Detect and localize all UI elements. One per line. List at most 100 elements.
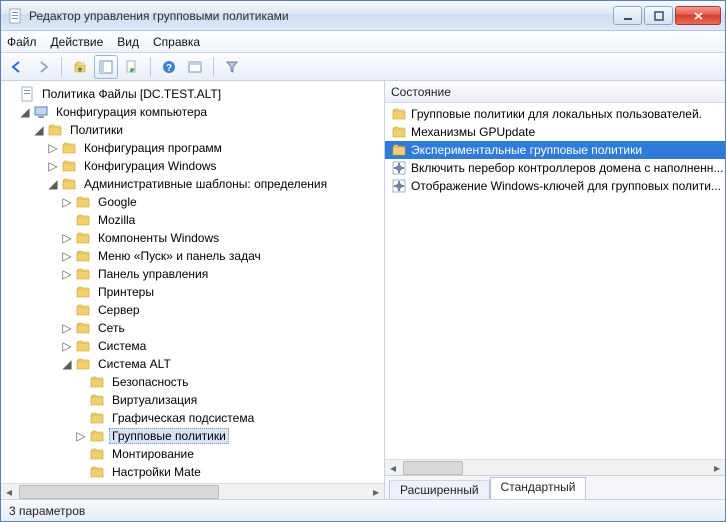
expand-icon[interactable]: ▷	[47, 142, 59, 154]
tree-label: Административные шаблоны: определения	[81, 176, 330, 192]
tree-pane: ▷ Политика Файлы [DC.TEST.ALT] ◢ Конфигу…	[1, 81, 385, 499]
list-horizontal-scrollbar[interactable]: ◂ ▸	[385, 459, 725, 475]
up-button[interactable]	[68, 55, 92, 79]
tree-control-panel[interactable]: ▷ Панель управления	[5, 265, 384, 283]
folder-icon	[75, 356, 91, 372]
setting-icon	[391, 178, 407, 194]
tree-label: Настройки Mate	[109, 464, 204, 480]
expand-icon[interactable]: ▷	[61, 340, 73, 352]
scroll-left-icon[interactable]: ◂	[385, 460, 401, 476]
back-button[interactable]	[5, 55, 29, 79]
tree-label: Графическая подсистема	[109, 410, 257, 426]
tree-label: Политики	[67, 122, 126, 138]
folder-icon	[391, 124, 407, 140]
tree-label: Компоненты Windows	[95, 230, 222, 246]
folder-icon	[75, 338, 91, 354]
list-item[interactable]: Экспериментальные групповые политики	[385, 141, 725, 159]
folder-icon	[75, 320, 91, 336]
tree-label: Google	[95, 194, 140, 210]
menu-view[interactable]: Вид	[117, 35, 139, 49]
minimize-button[interactable]	[613, 6, 642, 25]
collapse-icon[interactable]: ◢	[61, 358, 73, 370]
help-button[interactable]: ?	[157, 55, 181, 79]
tree-label: Монтирование	[109, 446, 197, 462]
scroll-right-icon[interactable]: ▸	[709, 460, 725, 476]
scroll-thumb[interactable]	[403, 461, 463, 475]
folder-icon	[75, 230, 91, 246]
tree-google[interactable]: ▷ Google	[5, 193, 384, 211]
policy-tree[interactable]: ▷ Политика Файлы [DC.TEST.ALT] ◢ Конфигу…	[1, 81, 384, 483]
bottom-tabs: Расширенный Стандартный	[385, 475, 725, 499]
tree-system-alt[interactable]: ◢ Система ALT	[5, 355, 384, 373]
tree-computer-config[interactable]: ◢ Конфигурация компьютера	[5, 103, 384, 121]
tree-policies[interactable]: ◢ Политики	[5, 121, 384, 139]
expand-icon[interactable]: ▷	[61, 322, 73, 334]
tree-server[interactable]: ▷ Сервер	[5, 301, 384, 319]
expand-icon[interactable]: ▷	[61, 196, 73, 208]
list-item-label: Механизмы GPUpdate	[411, 125, 535, 139]
collapse-icon[interactable]: ◢	[47, 178, 59, 190]
tree-network[interactable]: ▷ Сеть	[5, 319, 384, 337]
app-icon	[7, 8, 23, 24]
folder-icon	[61, 158, 77, 174]
tree-root[interactable]: ▷ Политика Файлы [DC.TEST.ALT]	[5, 85, 384, 103]
expand-icon[interactable]: ▷	[61, 232, 73, 244]
list-item-label: Экспериментальные групповые политики	[411, 143, 642, 157]
list-item[interactable]: Групповые политики для локальных пользов…	[385, 105, 725, 123]
list-column-header[interactable]: Состояние	[385, 81, 725, 103]
scroll-left-icon[interactable]: ◂	[1, 484, 17, 499]
statusbar: 3 параметров	[1, 499, 725, 521]
tree-printers[interactable]: ▷ Принтеры	[5, 283, 384, 301]
details-pane: Состояние Групповые политики для локальн…	[385, 81, 725, 499]
tree-mounting[interactable]: ▷ Монтирование	[5, 445, 384, 463]
tree-horizontal-scrollbar[interactable]: ◂ ▸	[1, 483, 384, 499]
tree-virtualization[interactable]: ▷ Виртуализация	[5, 391, 384, 409]
export-button[interactable]	[120, 55, 144, 79]
list-header-label: Состояние	[391, 85, 451, 99]
scroll-right-icon[interactable]: ▸	[368, 484, 384, 499]
tree-software-config[interactable]: ▷ Конфигурация программ	[5, 139, 384, 157]
menu-help[interactable]: Справка	[153, 35, 200, 49]
tab-standard[interactable]: Стандартный	[490, 477, 587, 499]
tree-label: Конфигурация компьютера	[53, 104, 210, 120]
tree-mate-settings[interactable]: ▷ Настройки Mate	[5, 463, 384, 481]
tab-extended[interactable]: Расширенный	[389, 480, 490, 499]
list-item[interactable]: Отображение Windows-ключей для групповых…	[385, 177, 725, 195]
menu-file[interactable]: Файл	[7, 35, 37, 49]
tree-windows-components[interactable]: ▷ Компоненты Windows	[5, 229, 384, 247]
forward-button[interactable]	[31, 55, 55, 79]
tree-label: Конфигурация программ	[81, 140, 225, 156]
folder-icon	[89, 428, 105, 444]
list-body[interactable]: Групповые политики для локальных пользов…	[385, 103, 725, 459]
folder-icon	[89, 374, 105, 390]
doc-icon	[19, 86, 35, 102]
tree-start-menu[interactable]: ▷ Меню «Пуск» и панель задач	[5, 247, 384, 265]
list-item[interactable]: Включить перебор контроллеров домена с н…	[385, 159, 725, 177]
tree-security[interactable]: ▷ Безопасность	[5, 373, 384, 391]
expand-icon[interactable]: ▷	[61, 268, 73, 280]
folder-icon	[89, 464, 105, 480]
expand-icon[interactable]: ▷	[47, 160, 59, 172]
expand-icon[interactable]: ▷	[61, 250, 73, 262]
tree-admin-templates[interactable]: ◢ Административные шаблоны: определения	[5, 175, 384, 193]
filter-button[interactable]	[220, 55, 244, 79]
tree-group-policies[interactable]: ▷ Групповые политики	[5, 427, 384, 445]
collapse-icon[interactable]: ◢	[19, 106, 31, 118]
scroll-thumb[interactable]	[19, 485, 219, 499]
tree-system[interactable]: ▷ Система	[5, 337, 384, 355]
expand-icon[interactable]: ▷	[75, 430, 87, 442]
tree-label: Виртуализация	[109, 392, 200, 408]
tree-label: Система ALT	[95, 356, 174, 372]
list-item[interactable]: Механизмы GPUpdate	[385, 123, 725, 141]
collapse-icon[interactable]: ◢	[33, 124, 45, 136]
folder-icon	[89, 410, 105, 426]
tree-graphics-subsystem[interactable]: ▷ Графическая подсистема	[5, 409, 384, 427]
tree-windows-config[interactable]: ▷ Конфигурация Windows	[5, 157, 384, 175]
folder-icon	[47, 122, 63, 138]
close-button[interactable]	[675, 6, 721, 25]
menu-action[interactable]: Действие	[51, 35, 104, 49]
tree-mozilla[interactable]: ▷ Mozilla	[5, 211, 384, 229]
show-tree-button[interactable]	[94, 55, 118, 79]
maximize-button[interactable]	[644, 6, 673, 25]
properties-button[interactable]	[183, 55, 207, 79]
